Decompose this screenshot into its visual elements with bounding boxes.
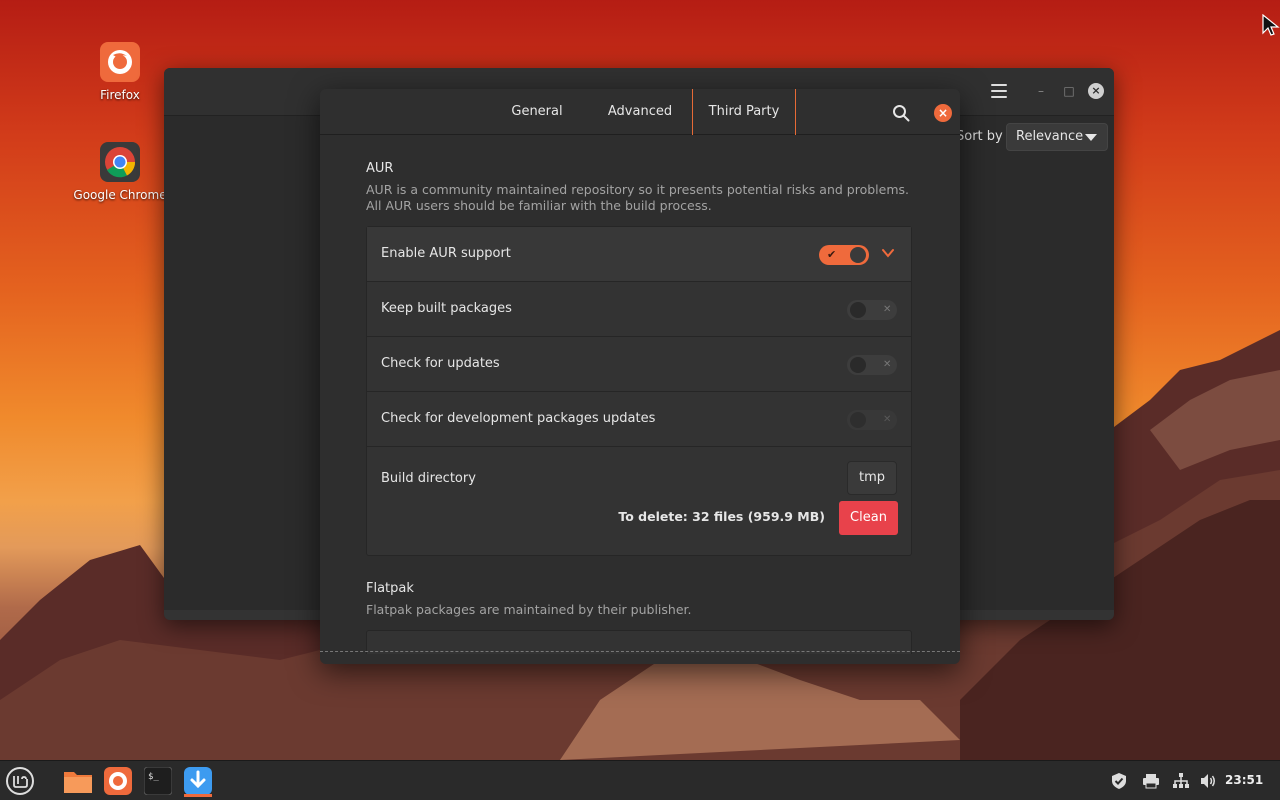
row-label: Check for development packages updates	[381, 411, 656, 426]
desktop-icon-chrome[interactable]: Google Chrome	[72, 142, 168, 202]
row-label: Build directory	[381, 471, 476, 486]
x-icon: ✕	[883, 359, 892, 370]
clock[interactable]: 23:51	[1225, 773, 1263, 787]
network-icon[interactable]	[1172, 772, 1190, 790]
desktop-icon-label: Google Chrome	[73, 188, 167, 202]
toggle-knob	[850, 357, 866, 373]
row-label: Enable AUR support	[381, 246, 511, 261]
firefox-icon	[104, 767, 132, 795]
x-icon: ✕	[883, 414, 892, 425]
svg-text:$_: $_	[148, 772, 159, 782]
dialog-content: AUR AUR is a community maintained reposi…	[320, 136, 960, 654]
taskbar-terminal[interactable]: $_	[142, 765, 174, 797]
check-icon: ✔	[827, 248, 837, 261]
tab-third-party[interactable]: Third Party	[692, 89, 796, 135]
mint-menu-button[interactable]	[4, 765, 36, 797]
download-icon	[184, 767, 212, 795]
list-item-check-for-updates[interactable]: Check for updates ✕	[367, 337, 911, 392]
aur-settings-list: Enable AUR support ✔ Keep built packages…	[366, 226, 912, 556]
row-label: Check for updates	[381, 356, 500, 371]
hamburger-menu-icon[interactable]	[991, 84, 1007, 98]
chevron-down-icon[interactable]	[881, 246, 895, 260]
dialog-bottom-edge	[320, 651, 960, 652]
printer-icon[interactable]	[1142, 772, 1160, 790]
minimize-icon[interactable]: –	[1034, 84, 1048, 98]
aur-section-title: AUR	[366, 161, 394, 176]
sort-by-label: Sort by	[956, 129, 1003, 144]
sort-by-dropdown[interactable]: Relevance	[1006, 123, 1108, 151]
toggle-knob	[850, 247, 866, 263]
search-icon[interactable]	[892, 104, 910, 122]
chrome-icon	[100, 142, 140, 182]
window-close-icon[interactable]: ×	[1088, 83, 1104, 99]
row-label: Keep built packages	[381, 301, 512, 316]
taskbar-firefox[interactable]	[102, 765, 134, 797]
firefox-icon	[100, 42, 140, 82]
list-item-build-directory: Build directory tmp To delete: 32 files …	[367, 447, 911, 555]
taskbar-files[interactable]	[62, 765, 94, 797]
keep-built-packages-toggle[interactable]: ✕	[847, 300, 897, 320]
list-item-enable-aur[interactable]: Enable AUR support ✔	[367, 227, 911, 282]
aur-section-description: AUR is a community maintained repository…	[366, 182, 909, 213]
dialog-close-button[interactable]: ×	[934, 104, 952, 122]
taskbar-software-manager[interactable]	[182, 765, 214, 797]
build-directory-button[interactable]: tmp	[847, 461, 897, 495]
x-icon: ✕	[883, 304, 892, 315]
tab-advanced[interactable]: Advanced	[598, 89, 682, 135]
check-dev-updates-toggle[interactable]: ✕	[847, 410, 897, 430]
enable-aur-toggle[interactable]: ✔	[819, 245, 869, 265]
mint-logo-icon	[6, 767, 34, 795]
sort-by-value: Relevance	[1016, 129, 1084, 144]
flatpak-section-description: Flatpak packages are maintained by their…	[366, 602, 692, 617]
desktop-icon-label: Firefox	[100, 88, 140, 102]
volume-icon[interactable]	[1199, 772, 1217, 790]
folder-icon	[64, 772, 92, 793]
tab-general[interactable]: General	[498, 89, 576, 135]
active-indicator	[184, 794, 212, 797]
toggle-knob	[850, 412, 866, 428]
dropdown-arrow-icon	[1085, 134, 1097, 141]
taskbar: $_ 23:51	[0, 760, 1280, 800]
mouse-cursor-icon	[1262, 14, 1280, 36]
terminal-icon: $_	[144, 767, 172, 795]
toggle-knob	[850, 302, 866, 318]
dialog-header: General Advanced Third Party ×	[320, 89, 960, 135]
preferences-dialog: General Advanced Third Party × AUR AUR i…	[320, 89, 960, 664]
list-item-keep-built-packages[interactable]: Keep built packages ✕	[367, 282, 911, 337]
maximize-icon[interactable]: □	[1062, 84, 1076, 98]
list-item-check-dev-updates[interactable]: Check for development packages updates ✕	[367, 392, 911, 447]
desktop-icon-firefox[interactable]: Firefox	[72, 42, 168, 102]
flatpak-section-title: Flatpak	[366, 581, 414, 596]
shield-icon[interactable]	[1110, 772, 1128, 790]
check-for-updates-toggle[interactable]: ✕	[847, 355, 897, 375]
clean-button[interactable]: Clean	[839, 501, 898, 535]
to-delete-summary: To delete: 32 files (959.9 MB)	[618, 509, 825, 524]
